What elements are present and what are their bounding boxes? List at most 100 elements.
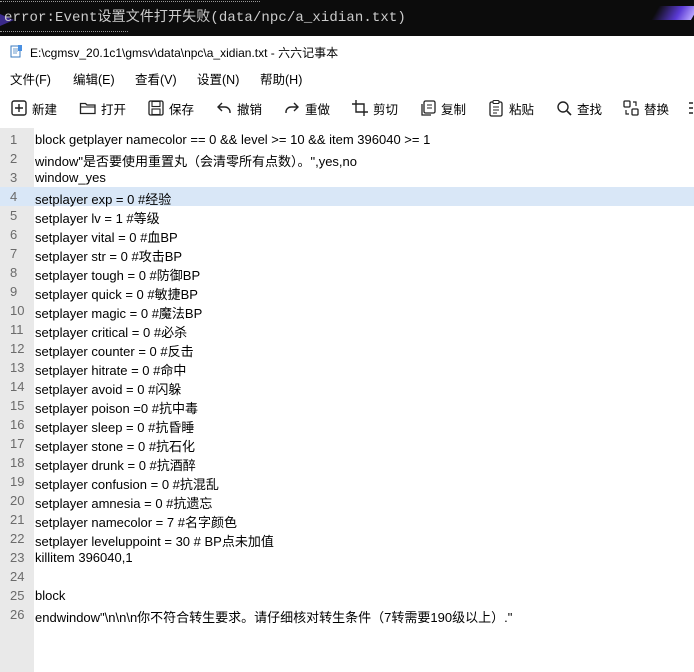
save-icon <box>148 100 164 116</box>
toolbar-cut-label: 剪切 <box>373 102 399 117</box>
line-text[interactable]: block getplayer namecolor == 0 && level … <box>35 132 430 147</box>
menu-file[interactable]: 文件(F) <box>10 69 51 88</box>
line-number: 8 <box>10 265 18 280</box>
new-icon <box>11 100 27 116</box>
editor-line[interactable]: 2 window"是否要使用重置丸（会清零所有点数）。",yes,no <box>0 149 694 169</box>
editor-line[interactable]: 3 window_yes <box>0 168 694 187</box>
toolbar-find-label: 查找 <box>577 102 603 117</box>
console-error-message: error:Event设置文件打开失败(data/npc/a_xidian.tx… <box>4 10 406 26</box>
line-number: 20 <box>10 493 25 508</box>
editor-line[interactable]: 10 setplayer magic = 0 #魔法BP <box>0 301 694 321</box>
toolbar-save-button[interactable]: 保存 <box>147 98 194 118</box>
line-number: 7 <box>10 246 18 261</box>
editor-line[interactable]: 8 setplayer tough = 0 #防御BP <box>0 263 694 283</box>
toolbar-overflow-button[interactable] <box>688 98 694 118</box>
line-number-cell: 20 <box>0 491 34 510</box>
toolbar-open-label: 打开 <box>101 102 127 117</box>
line-number-cell: 19 <box>0 472 34 491</box>
line-number: 14 <box>10 379 25 394</box>
editor-line[interactable]: 13 setplayer hitrate = 0 #命中 <box>0 358 694 378</box>
toolbar-undo-button[interactable]: 撤销 <box>215 98 262 118</box>
line-number: 21 <box>10 512 25 527</box>
window-titlebar[interactable]: E:\cgmsv_20.1c1\gmsv\data\npc\a_xidian.t… <box>0 36 694 66</box>
line-number: 17 <box>10 436 25 451</box>
folder-open-icon <box>79 102 96 115</box>
line-text[interactable]: block <box>35 588 65 603</box>
line-number: 19 <box>10 474 25 489</box>
toolbar-open-button[interactable]: 打开 <box>79 98 126 118</box>
editor-line[interactable]: 12 setplayer counter = 0 #反击 <box>0 339 694 359</box>
search-icon <box>557 101 572 116</box>
console-decoration <box>650 6 694 20</box>
menu-help[interactable]: 帮助(H) <box>260 69 302 88</box>
editor-line[interactable]: 1 block getplayer namecolor == 0 && level… <box>0 130 694 149</box>
more-icon <box>689 102 693 114</box>
editor-line[interactable]: 24 <box>0 567 694 586</box>
line-text[interactable]: window_yes <box>35 170 106 185</box>
editor-line[interactable]: 15 setplayer poison =0 #抗中毒 <box>0 396 694 416</box>
line-number: 11 <box>10 322 24 337</box>
editor-line[interactable]: 11 setplayer critical = 0 #必杀 <box>0 320 694 340</box>
text-editor[interactable]: 1 block getplayer namecolor == 0 && level… <box>0 128 694 672</box>
toolbar-new-button[interactable]: 新建 <box>10 98 57 118</box>
editor-line[interactable]: 17 setplayer stone = 0 #抗石化 <box>0 434 694 454</box>
console-divider-bottom <box>0 31 128 32</box>
editor-line[interactable]: 26 endwindow"\n\n\n你不符合转生要求。请仔细核对转生条件（7转需… <box>0 605 694 626</box>
toolbar-redo-label: 重做 <box>305 102 331 117</box>
toolbar-find-button[interactable]: 查找 <box>555 98 602 118</box>
copy-icon <box>421 100 436 116</box>
editor-line[interactable]: 23 killitem 396040,1 <box>0 548 694 567</box>
toolbar-replace-button[interactable]: 替换 <box>622 98 669 118</box>
line-number-cell: 13 <box>0 358 34 377</box>
line-number-cell: 21 <box>0 510 34 529</box>
editor-line[interactable]: 21 setplayer namecolor = 7 #名字颜色 <box>0 510 694 530</box>
line-number: 9 <box>10 284 18 299</box>
editor-line[interactable]: 7 setplayer str = 0 #攻击BP <box>0 244 694 264</box>
toolbar-save-label: 保存 <box>169 102 195 117</box>
menu-settings[interactable]: 设置(N) <box>197 69 239 88</box>
line-number: 3 <box>10 170 18 185</box>
line-number-cell: 9 <box>0 282 34 301</box>
toolbar-redo-button[interactable]: 重做 <box>283 98 330 118</box>
menu-view[interactable]: 查看(V) <box>135 69 177 88</box>
editor-line[interactable]: 25 block <box>0 586 694 605</box>
toolbar-paste-label: 粘贴 <box>509 102 535 117</box>
toolbar-copy-button[interactable]: 复制 <box>419 98 466 118</box>
editor-line[interactable]: 16 setplayer sleep = 0 #抗昏睡 <box>0 415 694 435</box>
line-number: 4 <box>10 189 18 204</box>
editor-line[interactable]: 18 setplayer drunk = 0 #抗酒醉 <box>0 453 694 473</box>
line-number: 10 <box>10 303 25 318</box>
line-text[interactable]: killitem 396040,1 <box>35 550 133 565</box>
line-number: 23 <box>10 550 25 565</box>
toolbar-replace-label: 替换 <box>644 102 670 117</box>
toolbar-paste-button[interactable]: 粘贴 <box>487 98 534 118</box>
editor-line[interactable]: 20 setplayer amnesia = 0 #抗遗忘 <box>0 491 694 511</box>
editor-line[interactable]: 14 setplayer avoid = 0 #闪躲 <box>0 377 694 397</box>
line-number-cell: 18 <box>0 453 34 472</box>
editor-line[interactable]: 9 setplayer quick = 0 #敏捷BP <box>0 282 694 302</box>
line-number-cell: 15 <box>0 396 34 415</box>
editor-line[interactable]: 5 setplayer lv = 1 #等级 <box>0 206 694 226</box>
editor-line[interactable]: 4 setplayer exp = 0 #经验 <box>0 187 694 207</box>
toolbar-copy-label: 复制 <box>441 102 467 117</box>
editor-line[interactable]: 19 setplayer confusion = 0 #抗混乱 <box>0 472 694 492</box>
line-number: 1 <box>10 132 18 147</box>
line-number: 22 <box>10 531 25 546</box>
line-text[interactable]: endwindow"\n\n\n你不符合转生要求。请仔细核对转生条件（7转需要1… <box>35 607 512 626</box>
line-number: 2 <box>10 151 18 166</box>
line-number-cell: 23 <box>0 548 34 567</box>
window-title: E:\cgmsv_20.1c1\gmsv\data\npc\a_xidian.t… <box>30 46 339 60</box>
line-number-cell: 14 <box>0 377 34 396</box>
line-number: 18 <box>10 455 25 470</box>
line-number: 6 <box>10 227 18 242</box>
editor-line[interactable]: 22 setplayer leveluppoint = 30 # BP点未加值 <box>0 529 694 549</box>
line-number: 15 <box>10 398 25 413</box>
line-number-cell: 1 <box>0 130 34 149</box>
toolbar-cut-button[interactable]: 剪切 <box>351 98 398 118</box>
editor-line[interactable]: 6 setplayer vital = 0 #血BP <box>0 225 694 245</box>
menu-bar: 文件(F) 编辑(E) 查看(V) 设置(N) 帮助(H) <box>0 66 694 88</box>
menu-edit[interactable]: 编辑(E) <box>73 69 115 88</box>
notepad-file-icon <box>10 45 22 58</box>
line-number-cell: 7 <box>0 244 34 263</box>
line-number-cell: 12 <box>0 339 34 358</box>
